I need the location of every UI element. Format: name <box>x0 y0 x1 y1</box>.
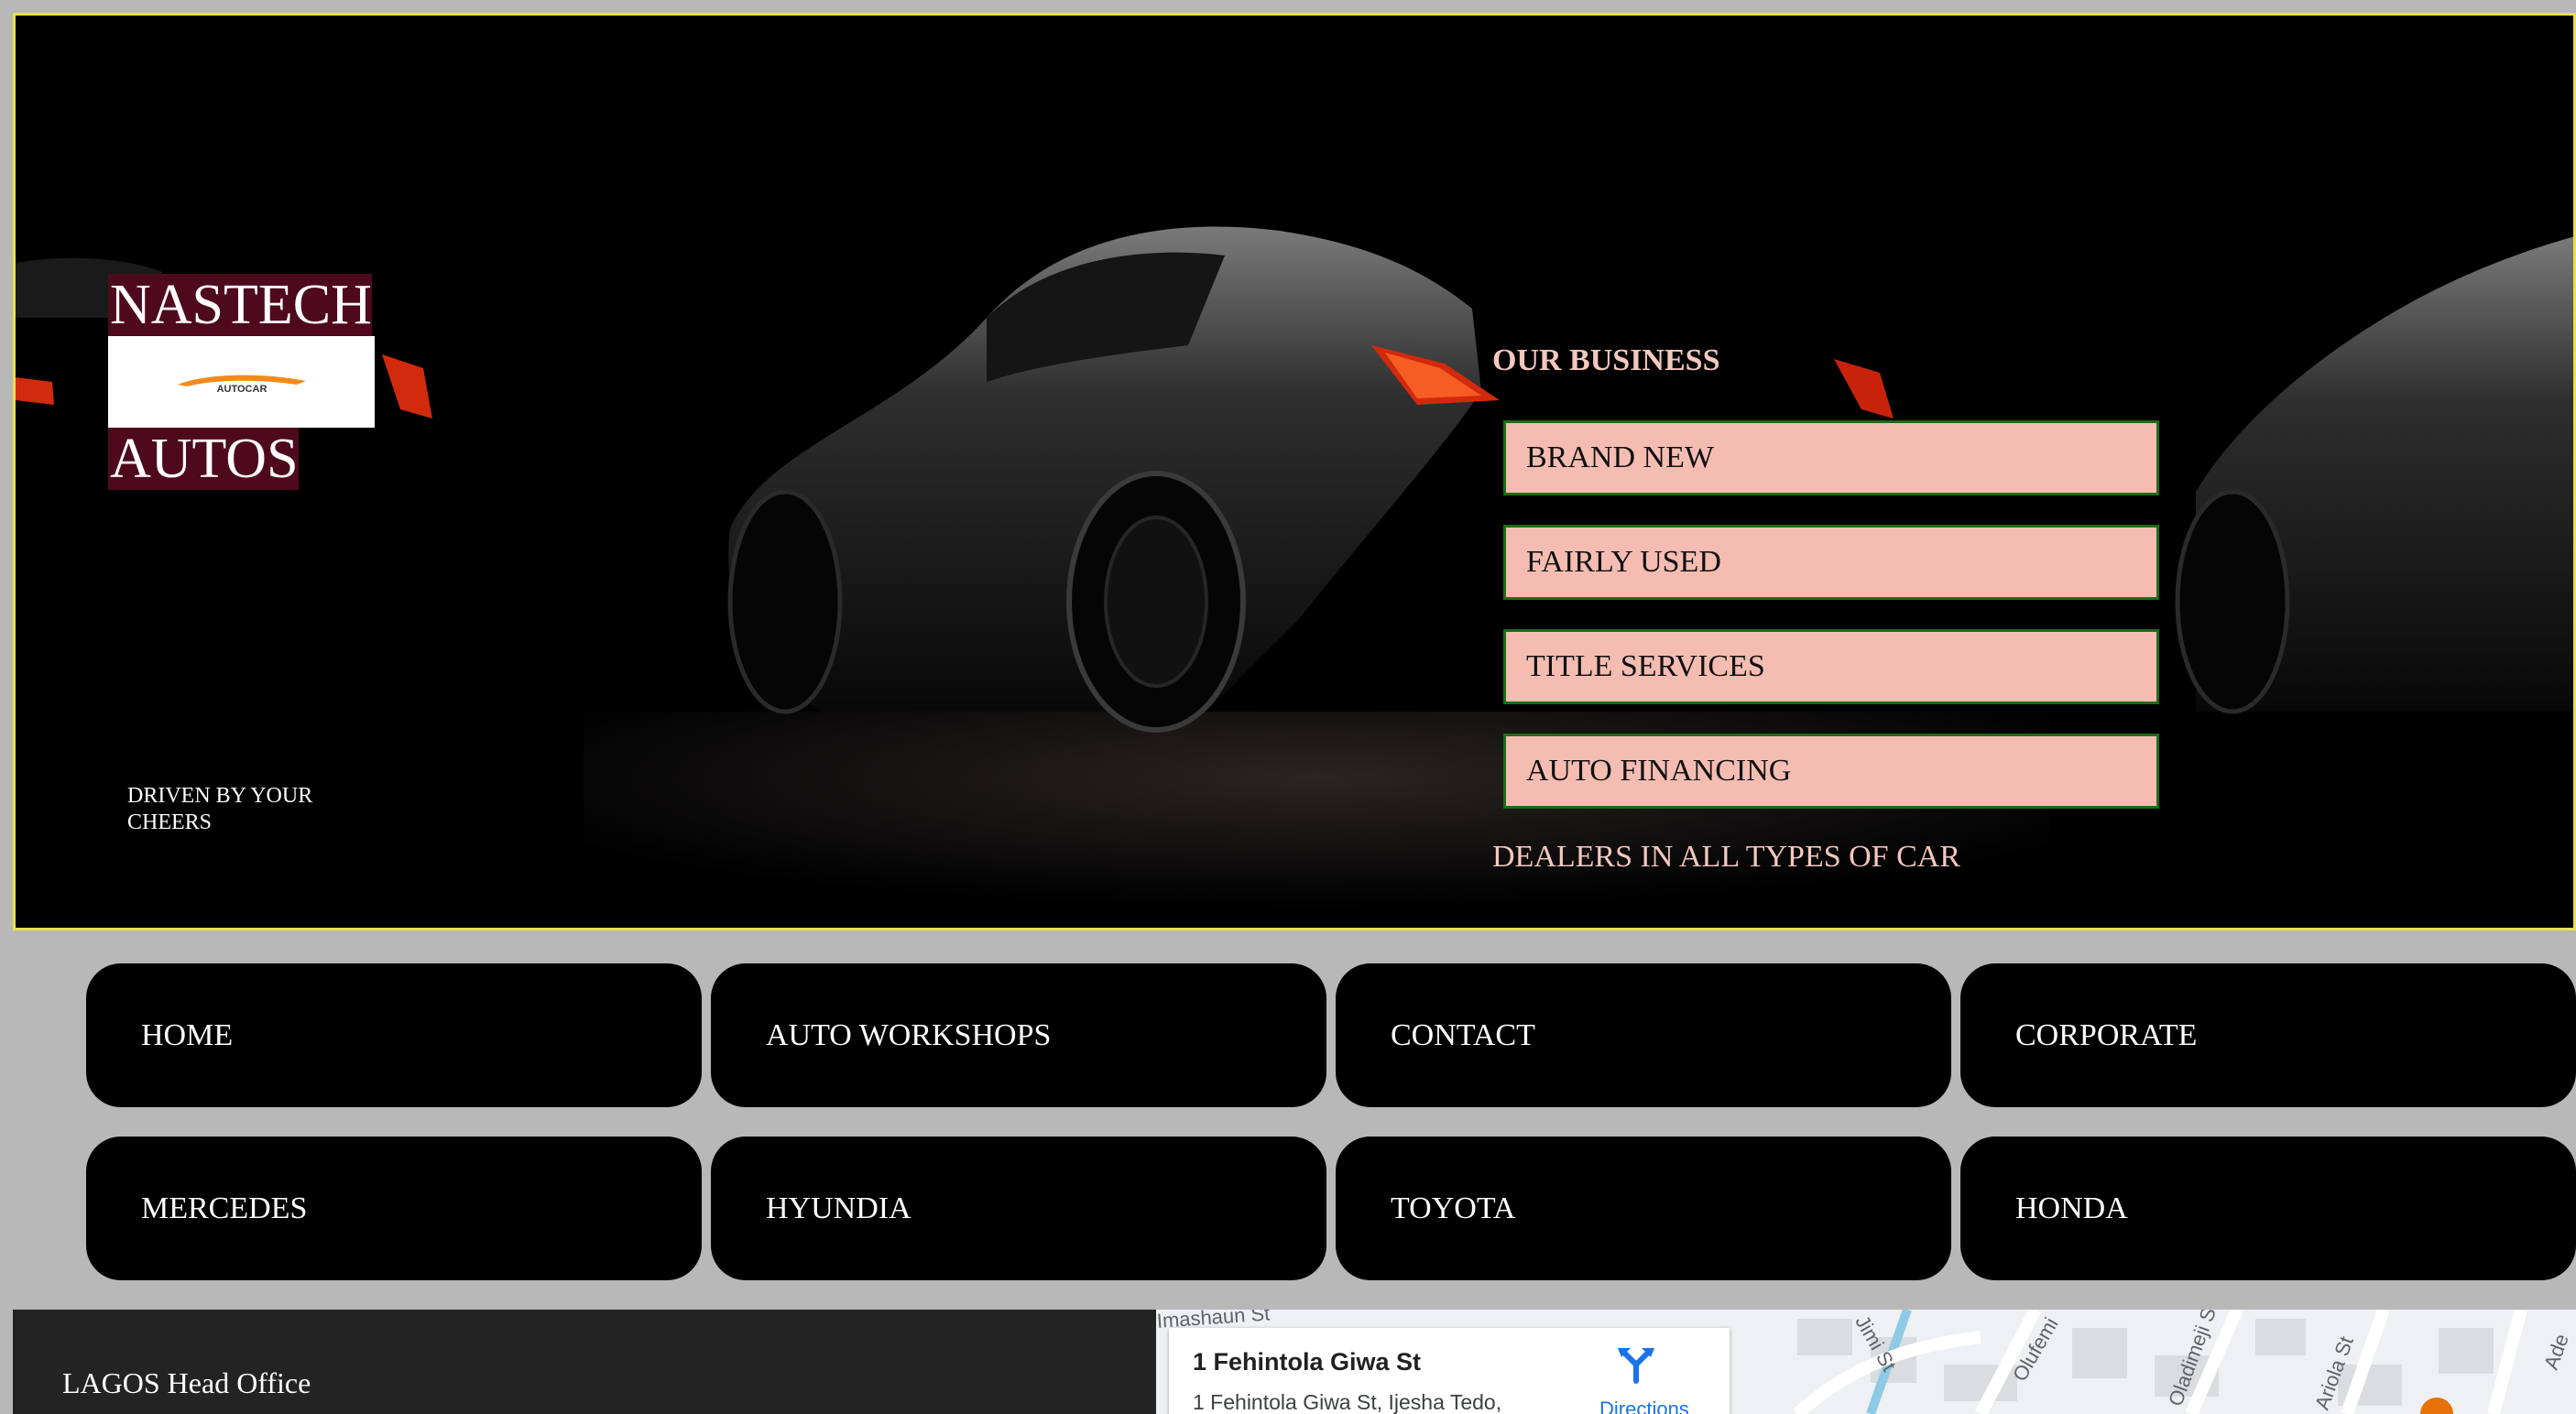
nav-auto-workshops[interactable]: AUTO WORKSHOPS <box>711 963 1326 1107</box>
place-address: 1 Fehintola Giwa St, Ijesha Tedo, <box>1193 1390 1502 1414</box>
title-services-button[interactable]: TITLE SERVICES <box>1503 629 2159 704</box>
directions-icon[interactable] <box>1618 1344 1654 1385</box>
car-background-image <box>16 226 2573 928</box>
auto-financing-button[interactable]: AUTO FINANCING <box>1503 734 2159 809</box>
svg-text:AUTOCAR: AUTOCAR <box>216 384 267 395</box>
place-title: 1 Fehintola Giwa St <box>1193 1348 1422 1376</box>
footer-office-panel: LAGOS Head Office <box>13 1310 1156 1414</box>
autocar-logo: AUTOCAR <box>108 336 375 428</box>
brand-name-line2: AUTOS <box>108 428 299 490</box>
brand-name-line1: NASTECH <box>108 274 372 336</box>
place-card: 1 Fehintola Giwa St 1 Fehintola Giwa St,… <box>1169 1328 1730 1414</box>
hero-banner: NASTECH AUTOCAR AUTOS DRIVEN BY YOUR CHE… <box>13 13 2576 930</box>
fairly-used-button[interactable]: FAIRLY USED <box>1503 525 2159 600</box>
directions-link[interactable]: Directions <box>1599 1398 1689 1414</box>
business-heading: OUR BUSINESS <box>1492 343 1720 377</box>
office-label: LAGOS Head Office <box>62 1366 311 1399</box>
nav-hyundia[interactable]: HYUNDIA <box>711 1137 1326 1280</box>
tagline: DRIVEN BY YOUR CHEERS <box>127 784 313 834</box>
nav-toyota[interactable]: TOYOTA <box>1336 1137 1951 1280</box>
brand-block: NASTECH AUTOCAR AUTOS <box>108 274 376 490</box>
dealers-text: DEALERS IN ALL TYPES OF CAR <box>1492 840 1960 874</box>
car-logo-icon: AUTOCAR <box>177 375 306 395</box>
nav-home[interactable]: HOME <box>86 963 702 1107</box>
nav-honda[interactable]: HONDA <box>1960 1137 2576 1280</box>
nav-corporate[interactable]: CORPORATE <box>1960 963 2576 1107</box>
nav-contact[interactable]: CONTACT <box>1336 963 1951 1107</box>
nav-mercedes[interactable]: MERCEDES <box>86 1137 702 1280</box>
embedded-map[interactable]: Imashaun St Jimi St Olufemi Oladimeji St… <box>1156 1310 2576 1414</box>
brand-new-button[interactable]: BRAND NEW <box>1503 420 2159 495</box>
